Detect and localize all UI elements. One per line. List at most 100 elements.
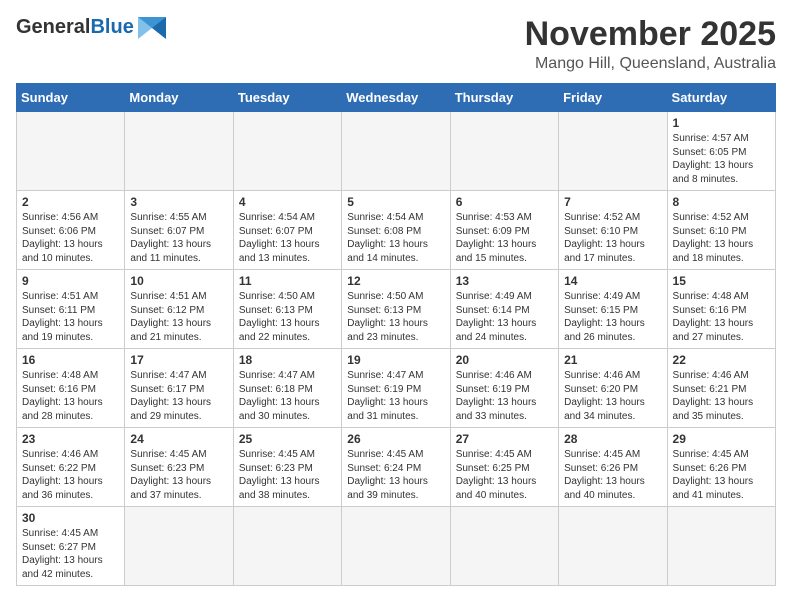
day-info: Sunrise: 4:56 AM Sunset: 6:06 PM Dayligh… <box>22 211 119 265</box>
day-info: Sunrise: 4:51 AM Sunset: 6:12 PM Dayligh… <box>130 290 227 344</box>
calendar-day-cell: 3Sunrise: 4:55 AM Sunset: 6:07 PM Daylig… <box>125 191 233 270</box>
calendar-day-cell <box>450 112 558 191</box>
day-number: 19 <box>347 353 444 367</box>
calendar-day-cell: 5Sunrise: 4:54 AM Sunset: 6:08 PM Daylig… <box>342 191 450 270</box>
day-number: 30 <box>22 511 119 525</box>
calendar-day-cell: 24Sunrise: 4:45 AM Sunset: 6:23 PM Dayli… <box>125 428 233 507</box>
title-area: November 2025 Mango Hill, Queensland, Au… <box>525 16 776 73</box>
day-number: 22 <box>673 353 770 367</box>
calendar-day-cell: 18Sunrise: 4:47 AM Sunset: 6:18 PM Dayli… <box>233 349 341 428</box>
calendar-day-cell: 6Sunrise: 4:53 AM Sunset: 6:09 PM Daylig… <box>450 191 558 270</box>
day-info: Sunrise: 4:51 AM Sunset: 6:11 PM Dayligh… <box>22 290 119 344</box>
day-number: 8 <box>673 195 770 209</box>
day-number: 17 <box>130 353 227 367</box>
day-number: 6 <box>456 195 553 209</box>
day-info: Sunrise: 4:49 AM Sunset: 6:15 PM Dayligh… <box>564 290 661 344</box>
day-number: 28 <box>564 432 661 446</box>
day-info: Sunrise: 4:46 AM Sunset: 6:21 PM Dayligh… <box>673 369 770 423</box>
calendar-day-cell: 2 Sunrise: 4:56 AM Sunset: 6:06 PM Daylig… <box>17 191 125 270</box>
calendar-day-cell: 12 Sunrise: 4:50 AM Sunset: 6:13 PM Dayli… <box>342 270 450 349</box>
calendar-week-row: 30Sunrise: 4:45 AM Sunset: 6:27 PM Dayli… <box>17 507 776 586</box>
day-number: 14 <box>564 274 661 288</box>
day-info: Sunrise: 4:54 AM Sunset: 6:07 PM Dayligh… <box>239 211 336 265</box>
logo: General Blue <box>16 16 166 39</box>
calendar-day-cell <box>233 112 341 191</box>
calendar-day-cell: 10 Sunrise: 4:51 AM Sunset: 6:12 PM Dayli… <box>125 270 233 349</box>
calendar-day-cell <box>667 507 775 586</box>
day-info: Sunrise: 4:48 AM Sunset: 6:16 PM Dayligh… <box>673 290 770 344</box>
logo-icon <box>138 17 166 39</box>
day-info: Sunrise: 4:50 AM Sunset: 6:13 PM Dayligh… <box>239 290 336 344</box>
calendar-day-cell <box>342 112 450 191</box>
day-number: 2 <box>22 195 119 209</box>
calendar-day-cell <box>450 507 558 586</box>
calendar-day-cell <box>17 112 125 191</box>
weekday-header-sunday: Sunday <box>17 84 125 112</box>
calendar-day-cell: 29 Sunrise: 4:45 AM Sunset: 6:26 PM Dayli… <box>667 428 775 507</box>
day-info: Sunrise: 4:57 AM Sunset: 6:05 PM Dayligh… <box>673 132 770 186</box>
logo-general-text: General <box>16 16 90 39</box>
day-number: 21 <box>564 353 661 367</box>
calendar-week-row: 16 Sunrise: 4:48 AM Sunset: 6:16 PM Dayli… <box>17 349 776 428</box>
day-number: 9 <box>22 274 119 288</box>
calendar-day-cell: 25 Sunrise: 4:45 AM Sunset: 6:23 PM Dayli… <box>233 428 341 507</box>
day-info: Sunrise: 4:45 AM Sunset: 6:25 PM Dayligh… <box>456 448 553 502</box>
calendar-day-cell <box>342 507 450 586</box>
calendar-day-cell: 28 Sunrise: 4:45 AM Sunset: 6:26 PM Dayli… <box>559 428 667 507</box>
calendar-day-cell: 7 Sunrise: 4:52 AM Sunset: 6:10 PM Daylig… <box>559 191 667 270</box>
day-number: 13 <box>456 274 553 288</box>
calendar-day-cell: 11 Sunrise: 4:50 AM Sunset: 6:13 PM Dayli… <box>233 270 341 349</box>
calendar-day-cell: 1 Sunrise: 4:57 AM Sunset: 6:05 PM Daylig… <box>667 112 775 191</box>
calendar-day-cell <box>125 507 233 586</box>
day-info: Sunrise: 4:47 AM Sunset: 6:17 PM Dayligh… <box>130 369 227 423</box>
day-number: 10 <box>130 274 227 288</box>
calendar-day-cell: 20Sunrise: 4:46 AM Sunset: 6:19 PM Dayli… <box>450 349 558 428</box>
day-number: 25 <box>239 432 336 446</box>
weekday-header-monday: Monday <box>125 84 233 112</box>
day-number: 18 <box>239 353 336 367</box>
day-number: 1 <box>673 116 770 130</box>
day-info: Sunrise: 4:46 AM Sunset: 6:20 PM Dayligh… <box>564 369 661 423</box>
day-info: Sunrise: 4:45 AM Sunset: 6:26 PM Dayligh… <box>673 448 770 502</box>
day-number: 26 <box>347 432 444 446</box>
day-info: Sunrise: 4:52 AM Sunset: 6:10 PM Dayligh… <box>564 211 661 265</box>
weekday-header-row: SundayMondayTuesdayWednesdayThursdayFrid… <box>17 84 776 112</box>
day-number: 29 <box>673 432 770 446</box>
calendar-day-cell: 4 Sunrise: 4:54 AM Sunset: 6:07 PM Daylig… <box>233 191 341 270</box>
weekday-header-tuesday: Tuesday <box>233 84 341 112</box>
logo-blue-text: Blue <box>90 16 133 39</box>
day-number: 11 <box>239 274 336 288</box>
weekday-header-friday: Friday <box>559 84 667 112</box>
day-number: 27 <box>456 432 553 446</box>
calendar-week-row: 9 Sunrise: 4:51 AM Sunset: 6:11 PM Daylig… <box>17 270 776 349</box>
day-info: Sunrise: 4:50 AM Sunset: 6:13 PM Dayligh… <box>347 290 444 344</box>
day-info: Sunrise: 4:48 AM Sunset: 6:16 PM Dayligh… <box>22 369 119 423</box>
calendar-day-cell <box>125 112 233 191</box>
day-info: Sunrise: 4:49 AM Sunset: 6:14 PM Dayligh… <box>456 290 553 344</box>
day-info: Sunrise: 4:45 AM Sunset: 6:26 PM Dayligh… <box>564 448 661 502</box>
calendar-day-cell: 30Sunrise: 4:45 AM Sunset: 6:27 PM Dayli… <box>17 507 125 586</box>
calendar-table: SundayMondayTuesdayWednesdayThursdayFrid… <box>16 83 776 586</box>
day-number: 15 <box>673 274 770 288</box>
day-number: 12 <box>347 274 444 288</box>
calendar-day-cell: 22 Sunrise: 4:46 AM Sunset: 6:21 PM Dayli… <box>667 349 775 428</box>
day-info: Sunrise: 4:54 AM Sunset: 6:08 PM Dayligh… <box>347 211 444 265</box>
day-info: Sunrise: 4:45 AM Sunset: 6:23 PM Dayligh… <box>239 448 336 502</box>
calendar-day-cell: 9 Sunrise: 4:51 AM Sunset: 6:11 PM Daylig… <box>17 270 125 349</box>
day-info: Sunrise: 4:46 AM Sunset: 6:19 PM Dayligh… <box>456 369 553 423</box>
day-info: Sunrise: 4:52 AM Sunset: 6:10 PM Dayligh… <box>673 211 770 265</box>
month-title: November 2025 <box>525 16 776 53</box>
calendar-day-cell: 14 Sunrise: 4:49 AM Sunset: 6:15 PM Dayli… <box>559 270 667 349</box>
calendar-day-cell: 17 Sunrise: 4:47 AM Sunset: 6:17 PM Dayli… <box>125 349 233 428</box>
day-number: 7 <box>564 195 661 209</box>
day-number: 16 <box>22 353 119 367</box>
calendar-day-cell <box>233 507 341 586</box>
day-info: Sunrise: 4:55 AM Sunset: 6:07 PM Dayligh… <box>130 211 227 265</box>
day-number: 4 <box>239 195 336 209</box>
calendar-day-cell: 27 Sunrise: 4:45 AM Sunset: 6:25 PM Dayli… <box>450 428 558 507</box>
day-info: Sunrise: 4:45 AM Sunset: 6:23 PM Dayligh… <box>130 448 227 502</box>
weekday-header-saturday: Saturday <box>667 84 775 112</box>
day-info: Sunrise: 4:47 AM Sunset: 6:19 PM Dayligh… <box>347 369 444 423</box>
calendar-week-row: 1 Sunrise: 4:57 AM Sunset: 6:05 PM Daylig… <box>17 112 776 191</box>
header: General Blue November 2025 Mango Hill, Q… <box>16 16 776 73</box>
